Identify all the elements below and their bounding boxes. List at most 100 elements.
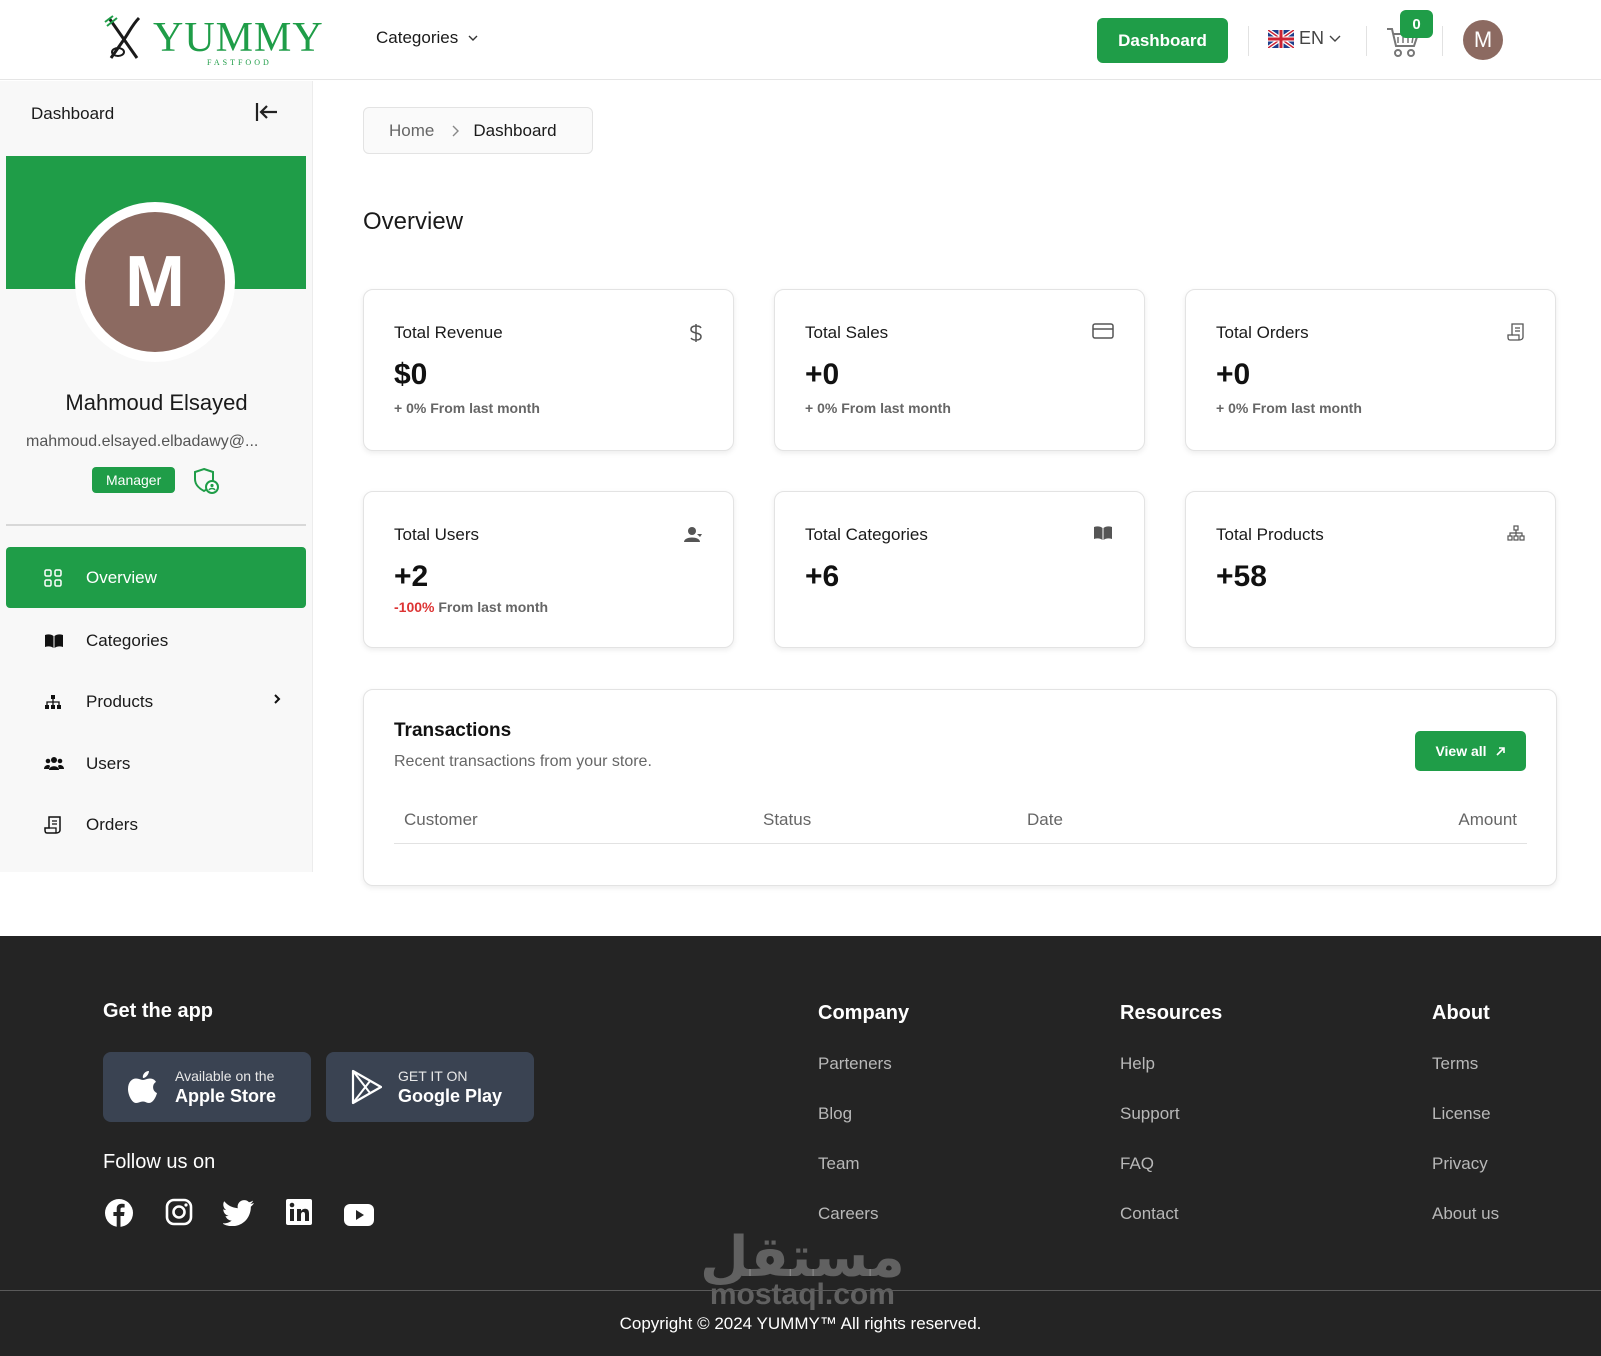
follow-us-heading: Follow us on	[103, 1151, 216, 1173]
stat-card-note: -100% From last month	[394, 599, 548, 615]
footer-link-team[interactable]: Team	[818, 1154, 860, 1174]
sidebar-item-categories[interactable]: Categories	[6, 610, 306, 671]
stat-card-label: Total Products	[1216, 525, 1324, 544]
stat-card-label: Total Categories	[805, 525, 928, 544]
watermark-latin: mostaql.com	[709, 1278, 895, 1311]
collapse-left-icon	[255, 103, 277, 121]
footer-link-terms[interactable]: Terms	[1432, 1054, 1478, 1074]
receipt-icon	[6, 815, 86, 834]
footer-link-parteners[interactable]: Parteners	[818, 1054, 892, 1074]
user-email: mahmoud.elsayed.elbadawy@...	[26, 433, 259, 450]
column-header-date[interactable]: Date	[1027, 810, 1063, 830]
sidebar-item-overview[interactable]: Overview	[6, 547, 306, 608]
stat-card-total-revenue: Total Revenue $0 + 0% From last month	[363, 289, 734, 451]
footer-link-blog[interactable]: Blog	[818, 1104, 852, 1124]
stat-card-note: + 0% From last month	[805, 400, 951, 416]
footer-heading-resources: Resources	[1120, 1002, 1223, 1024]
sidebar-item-products[interactable]: Products	[6, 671, 306, 732]
footer-link-help[interactable]: Help	[1120, 1054, 1155, 1074]
sidebar-divider	[6, 524, 306, 526]
stat-change-suffix: From last month	[837, 400, 951, 416]
chevron-down-icon	[468, 35, 478, 41]
transactions-subtitle: Recent transactions from your store.	[394, 753, 652, 770]
credit-card-icon	[1092, 323, 1114, 344]
stat-change: + 0%	[805, 400, 838, 416]
breadcrumb-home-link[interactable]: Home	[389, 121, 434, 141]
column-header-status[interactable]: Status	[763, 810, 811, 830]
stat-card-value: +6	[805, 560, 840, 593]
user-avatar[interactable]: M	[1463, 20, 1503, 60]
page-title: Overview	[363, 208, 464, 235]
categories-dropdown[interactable]: Categories	[376, 28, 478, 48]
view-all-label: View all	[1435, 743, 1487, 759]
book-open-icon	[6, 633, 86, 649]
facebook-icon[interactable]	[104, 1198, 134, 1233]
youtube-icon[interactable]	[344, 1204, 374, 1231]
stat-card-total-sales: Total Sales +0 + 0% From last month	[774, 289, 1145, 451]
footer-divider	[0, 1290, 1601, 1291]
cart-count-badge: 0	[1400, 10, 1433, 38]
sidebar-item-label: Categories	[86, 630, 169, 650]
twitter-icon[interactable]	[222, 1200, 255, 1231]
stat-card-note: + 0% From last month	[1216, 400, 1362, 416]
divider	[1366, 26, 1367, 56]
breadcrumb: Home Dashboard	[363, 107, 593, 154]
apple-store-big-text: Apple Store	[175, 1085, 277, 1106]
footer: Get the app Available on the Apple Store…	[0, 936, 1601, 1356]
stat-card-label: Total Revenue	[394, 323, 503, 342]
sidebar-item-orders[interactable]: Orders	[6, 794, 306, 855]
column-header-customer[interactable]: Customer	[404, 810, 478, 830]
linkedin-icon[interactable]	[285, 1198, 313, 1231]
stat-card-value: +2	[394, 560, 429, 593]
apple-store-button[interactable]: Available on the Apple Store	[103, 1052, 311, 1122]
transactions-title: Transactions	[394, 720, 512, 741]
categories-dropdown-label: Categories	[376, 28, 459, 47]
sidebar-item-label: Orders	[86, 814, 138, 834]
stat-card-label: Total Users	[394, 525, 480, 544]
footer-link-faq[interactable]: FAQ	[1120, 1154, 1154, 1174]
user-name: Mahmoud Elsayed	[65, 390, 248, 415]
google-play-big-text: Google Play	[398, 1085, 503, 1106]
chevron-right-icon	[452, 125, 460, 137]
footer-link-contact[interactable]: Contact	[1120, 1204, 1179, 1224]
footer-link-about-us[interactable]: About us	[1432, 1204, 1499, 1224]
sidebar-item-label: Overview	[86, 567, 157, 587]
instagram-icon[interactable]	[165, 1198, 193, 1231]
chevron-down-icon	[1329, 35, 1341, 42]
sitemap-icon	[1507, 525, 1525, 546]
stat-change: + 0%	[1216, 400, 1249, 416]
stat-card-total-categories: Total Categories +6	[774, 491, 1145, 648]
sidebar-title: Dashboard	[31, 104, 115, 123]
top-header: YUMMY FASTFOOD Categories Dashboard EN 0…	[0, 0, 1601, 80]
stat-card-value: $0	[394, 358, 428, 391]
language-code: EN	[1299, 28, 1325, 48]
stat-change-suffix: From last month	[434, 599, 549, 615]
footer-link-careers[interactable]: Careers	[818, 1204, 878, 1224]
stat-card-total-products: Total Products +58	[1185, 491, 1556, 648]
collapse-sidebar-button[interactable]	[255, 101, 279, 128]
sitemap-icon	[6, 694, 86, 710]
footer-link-privacy[interactable]: Privacy	[1432, 1154, 1488, 1174]
stat-change-suffix: From last month	[1248, 400, 1362, 416]
mostaql-watermark: مستقل mostaql.com	[700, 1228, 905, 1310]
language-selector[interactable]: EN	[1268, 28, 1341, 49]
user-icon	[683, 525, 703, 548]
transactions-panel: Transactions Recent transactions from yo…	[363, 689, 1557, 886]
yummy-logo[interactable]: YUMMY FASTFOOD	[103, 14, 324, 67]
arrow-up-right-icon	[1495, 746, 1505, 756]
book-open-icon	[1092, 525, 1114, 546]
column-header-amount[interactable]: Amount	[1458, 810, 1517, 830]
stat-card-total-orders: Total Orders +0 + 0% From last month	[1185, 289, 1556, 451]
view-all-button[interactable]: View all	[1415, 731, 1526, 771]
footer-link-support[interactable]: Support	[1120, 1104, 1180, 1124]
breadcrumb-current: Dashboard	[473, 120, 557, 140]
dashboard-button[interactable]: Dashboard	[1097, 18, 1228, 63]
google-play-button[interactable]: GET IT ON Google Play	[326, 1052, 534, 1122]
sidebar: Dashboard M Mahmoud Elsayed mahmoud.elsa…	[0, 81, 313, 872]
logo-subtitle: FASTFOOD	[207, 58, 272, 67]
footer-link-license[interactable]: License	[1432, 1104, 1491, 1124]
sidebar-item-users[interactable]: Users	[6, 733, 306, 794]
stat-change-suffix: From last month	[426, 400, 540, 416]
stat-card-value: +0	[805, 358, 840, 391]
get-app-heading: Get the app	[103, 1000, 214, 1022]
